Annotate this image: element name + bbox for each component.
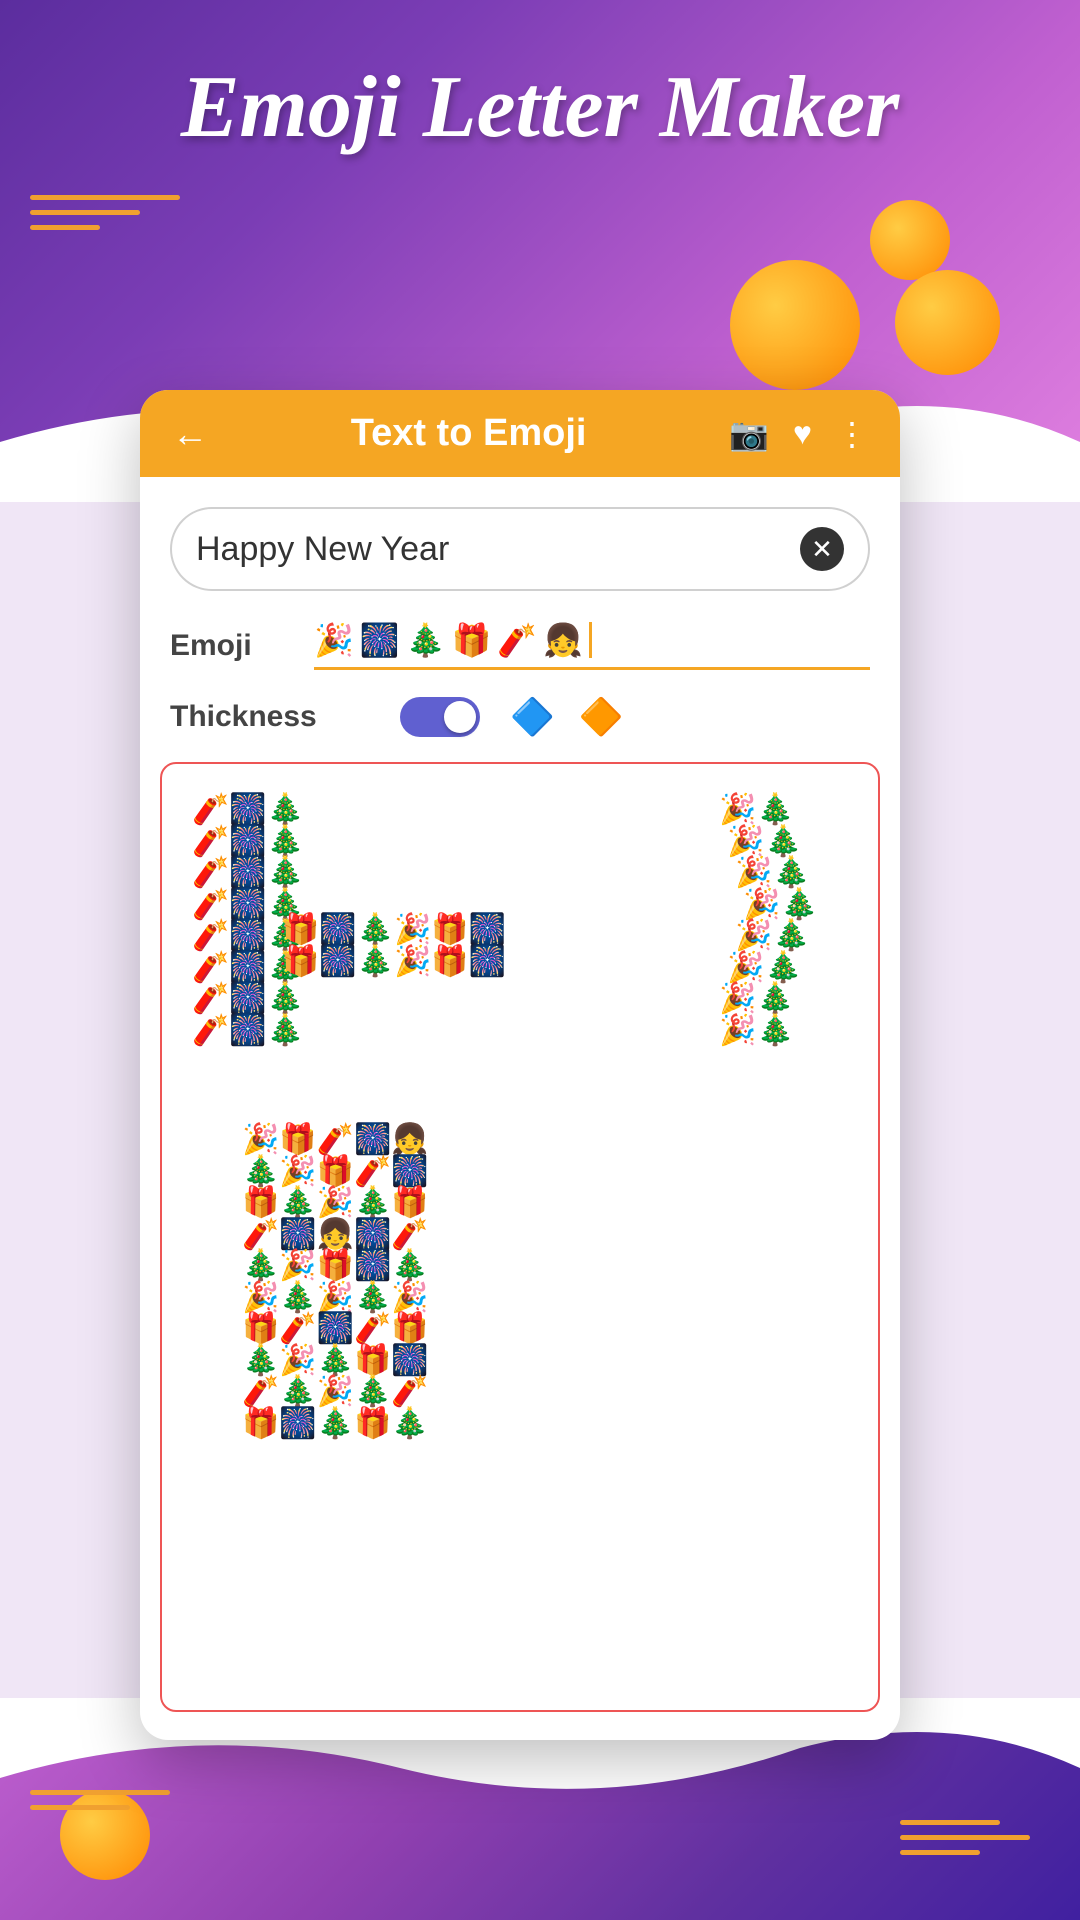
more-icon[interactable]: ⋮ [836,415,868,453]
deco-circle-large [730,260,860,390]
deco-line [30,210,140,215]
deco-line [30,1805,130,1810]
emoji-row-2: 🧨🎆🎄 [192,826,304,858]
deco-line [900,1850,980,1855]
emoji-item-6[interactable]: 👧 [543,621,583,659]
emoji-right-1: 🎉🎄 [719,794,818,826]
search-area: ✕ [140,477,900,611]
sl-row-5: 🎄🎉🎁🎆🎄 [242,1250,429,1282]
emoji-cursor [589,622,592,658]
emoji-item-4[interactable]: 🎁 [452,621,492,659]
deco-line [900,1835,1030,1840]
text-input[interactable] [196,530,788,569]
thickness-icons: 🔷 🔶 [510,696,624,738]
emoji-row-8: 🧨🎆🎄 [192,1015,304,1047]
deco-circle-right [895,270,1000,375]
app-title: Emoji Letter Maker [0,60,1080,157]
emoji-label: Emoji [170,629,290,663]
app-title-container: Emoji Letter Maker [0,60,1080,157]
emoji-item-1[interactable]: 🎉 [314,621,354,659]
emoji-row-3: 🧨🎆🎄 [192,857,304,889]
deco-lines-left [30,195,180,240]
thickness-label: Thickness [170,700,370,734]
sl-row-3: 🎁🎄🎉🎄🎁 [242,1187,429,1219]
emoji-right-4: 🎉🎄 [743,889,818,921]
emoji-row-1: 🧨🎆🎄 [192,794,304,826]
clear-button[interactable]: ✕ [800,527,844,571]
emoji-row-7: 🧨🎆🎄 [192,983,304,1015]
toolbar-icons: 📷 ♥ ⋮ [729,415,868,453]
letter-h-container: 🧨🎆🎄 🧨🎆🎄 🧨🎆🎄 🧨🎆🎄 🧨🎆🎄 🧨🎆🎄 🧨🎆🎄 🧨🎆🎄 🎁🎆🎄🎉🎁🎆 🎁… [182,784,858,1104]
deco-lines-bottom-left [30,1790,170,1820]
h-right-stroke: 🎉🎄 🎉🎄 🎉🎄 🎉🎄 🎉🎄 🎉🎄 🎉🎄 🎉🎄 [719,794,818,1046]
fill-icon[interactable]: 🔷 [510,696,555,738]
deco-line [30,1790,170,1795]
emoji-options-row: Emoji 🎉 🎆 🎄 🎁 🧨 👧 [140,611,900,686]
deco-line [30,225,100,230]
second-letter-left: 🎉🎁🧨🎆👧 🎄🎉🎁🧨🎆 🎁🎄🎉🎄🎁 🧨🎆👧🎆🧨 🎄🎉🎁🎆🎄 🎉🎄🎉🎄🎉 🎁🧨🎆🧨… [242,1124,429,1439]
sl-row-9: 🧨🎄🎉🎄🧨 [242,1376,429,1408]
letter-second-container: 🎉🎁🧨🎆👧 🎄🎉🎁🧨🎆 🎁🎄🎉🎄🎁 🧨🎆👧🎆🧨 🎄🎉🎁🎆🎄 🎉🎄🎉🎄🎉 🎁🧨🎆🧨… [182,1124,858,1464]
sl-row-7: 🎁🧨🎆🧨🎁 [242,1313,429,1345]
emoji-mid-1: 🎁🎆🎄🎉🎁🎆 [282,914,506,946]
h-middle-stroke: 🎁🎆🎄🎉🎁🎆 🎁🎆🎄🎉🎁🎆 [282,914,506,977]
emoji-right-5: 🎉🎄 [735,920,818,952]
sl-row-8: 🎄🎉🎄🎁🎆 [242,1345,429,1377]
emoji-item-3[interactable]: 🎄 [406,621,446,659]
deco-lines-right [900,1820,1030,1865]
sl-row-1: 🎉🎁🧨🎆👧 [242,1124,429,1156]
sl-row-4: 🧨🎆👧🎆🧨 [242,1219,429,1251]
emoji-right-6: 🎉🎄 [727,952,818,984]
camera-icon[interactable]: 📷 [729,415,769,453]
deco-line [900,1820,1000,1825]
sl-row-6: 🎉🎄🎉🎄🎉 [242,1282,429,1314]
app-card: ← Text to Emoji 📷 ♥ ⋮ ✕ Emoji 🎉 🎆 🎄 🎁 🧨 … [140,390,900,1740]
emoji-item-5[interactable]: 🧨 [497,621,537,659]
emoji-right-2: 🎉🎄 [727,826,818,858]
emoji-right-7: 🎉🎄 [719,983,818,1015]
emoji-right-3: 🎉🎄 [735,857,818,889]
search-box: ✕ [170,507,870,591]
thickness-toggle[interactable] [400,697,480,737]
emoji-display-area: 🧨🎆🎄 🧨🎆🎄 🧨🎆🎄 🧨🎆🎄 🧨🎆🎄 🧨🎆🎄 🧨🎆🎄 🧨🎆🎄 🎁🎆🎄🎉🎁🎆 🎁… [160,762,880,1712]
toolbar-title: Text to Emoji [228,412,709,455]
emoji-item-2[interactable]: 🎆 [360,621,400,659]
toolbar: ← Text to Emoji 📷 ♥ ⋮ [140,390,900,477]
toggle-knob [444,701,476,733]
emoji-selector[interactable]: 🎉 🎆 🎄 🎁 🧨 👧 [314,621,870,670]
back-button[interactable]: ← [172,416,208,452]
thickness-row: Thickness 🔷 🔶 [140,686,900,762]
heart-icon[interactable]: ♥ [793,415,812,452]
sl-row-2: 🎄🎉🎁🧨🎆 [242,1156,429,1188]
deco-line [30,195,180,200]
emoji-mid-2: 🎁🎆🎄🎉🎁🎆 [282,946,506,978]
layers-icon[interactable]: 🔶 [579,696,624,738]
emoji-right-8: 🎉🎄 [719,1015,818,1047]
deco-circle-small [870,200,950,280]
sl-row-10: 🎁🎆🎄🎁🎄 [242,1408,429,1440]
